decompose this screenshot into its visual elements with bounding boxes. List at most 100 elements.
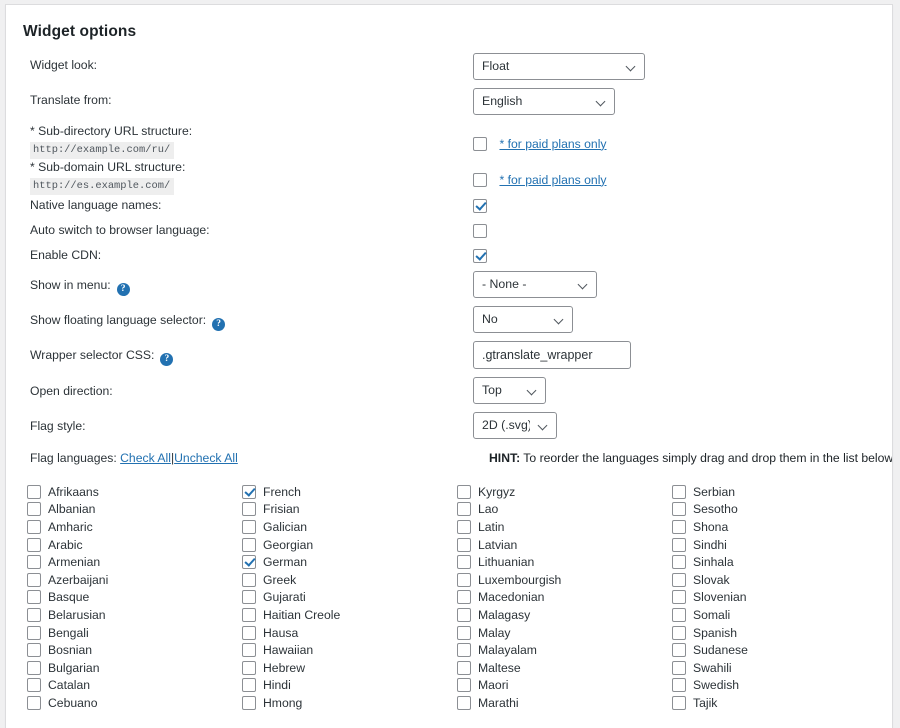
- language-item[interactable]: Maori: [457, 677, 672, 695]
- language-checkbox[interactable]: [672, 484, 686, 499]
- subdirectory-paid-plans-link[interactable]: * for paid plans only: [499, 137, 606, 151]
- language-checkbox[interactable]: [242, 537, 256, 552]
- help-icon[interactable]: ?: [116, 283, 130, 296]
- open-direction-select[interactable]: Top: [473, 377, 546, 404]
- language-item[interactable]: Galician: [242, 518, 457, 536]
- language-checkbox[interactable]: [242, 625, 256, 640]
- language-item[interactable]: Hebrew: [242, 659, 457, 677]
- language-checkbox[interactable]: [242, 519, 256, 534]
- language-checkbox[interactable]: [242, 555, 256, 570]
- language-item[interactable]: Arabic: [27, 536, 242, 554]
- language-item[interactable]: Armenian: [27, 553, 242, 571]
- language-item[interactable]: Basque: [27, 589, 242, 607]
- language-checkbox[interactable]: [457, 625, 471, 640]
- language-checkbox[interactable]: [242, 572, 256, 587]
- language-checkbox[interactable]: [672, 607, 686, 622]
- language-checkbox[interactable]: [27, 484, 41, 499]
- help-icon[interactable]: ?: [212, 318, 226, 331]
- language-checkbox[interactable]: [27, 660, 41, 675]
- language-checkbox[interactable]: [457, 678, 471, 693]
- language-checkbox[interactable]: [672, 643, 686, 658]
- language-checkbox[interactable]: [242, 660, 256, 675]
- language-checkbox[interactable]: [457, 519, 471, 534]
- native-language-names-checkbox[interactable]: [473, 198, 487, 213]
- language-item[interactable]: Tajik: [672, 694, 887, 712]
- language-checkbox[interactable]: [672, 572, 686, 587]
- language-item[interactable]: German: [242, 553, 457, 571]
- language-checkbox[interactable]: [27, 555, 41, 570]
- language-item[interactable]: Swahili: [672, 659, 887, 677]
- language-item[interactable]: Hmong: [242, 694, 457, 712]
- language-item[interactable]: Cebuano: [27, 694, 242, 712]
- language-item[interactable]: Serbian: [672, 483, 887, 501]
- language-item[interactable]: Somali: [672, 606, 887, 624]
- language-item[interactable]: Kyrgyz: [457, 483, 672, 501]
- language-checkbox[interactable]: [672, 625, 686, 640]
- language-checkbox[interactable]: [242, 695, 256, 710]
- language-item[interactable]: Sinhala: [672, 553, 887, 571]
- language-item[interactable]: Swedish: [672, 677, 887, 695]
- language-checkbox[interactable]: [27, 625, 41, 640]
- language-checkbox[interactable]: [672, 590, 686, 605]
- language-item[interactable]: Bosnian: [27, 641, 242, 659]
- language-item[interactable]: Maltese: [457, 659, 672, 677]
- language-checkbox[interactable]: [27, 607, 41, 622]
- language-checkbox[interactable]: [27, 502, 41, 517]
- auto-switch-checkbox[interactable]: [473, 223, 487, 238]
- language-checkbox[interactable]: [672, 519, 686, 534]
- language-item[interactable]: Sudanese: [672, 641, 887, 659]
- language-item[interactable]: Haitian Creole: [242, 606, 457, 624]
- language-checkbox[interactable]: [457, 643, 471, 658]
- language-item[interactable]: Slovak: [672, 571, 887, 589]
- language-item[interactable]: Lithuanian: [457, 553, 672, 571]
- language-item[interactable]: Belarusian: [27, 606, 242, 624]
- language-item[interactable]: Spanish: [672, 624, 887, 642]
- language-item[interactable]: Latvian: [457, 536, 672, 554]
- language-item[interactable]: Sesotho: [672, 501, 887, 519]
- language-checkbox[interactable]: [457, 572, 471, 587]
- language-checkbox[interactable]: [27, 643, 41, 658]
- language-item[interactable]: Malay: [457, 624, 672, 642]
- language-checkbox[interactable]: [672, 537, 686, 552]
- language-item[interactable]: Marathi: [457, 694, 672, 712]
- subdirectory-url-checkbox[interactable]: [473, 136, 487, 151]
- language-item[interactable]: Gujarati: [242, 589, 457, 607]
- language-checkbox[interactable]: [27, 590, 41, 605]
- language-item[interactable]: Georgian: [242, 536, 457, 554]
- language-checkbox[interactable]: [242, 678, 256, 693]
- language-checkbox[interactable]: [242, 502, 256, 517]
- language-checkbox[interactable]: [242, 484, 256, 499]
- language-item[interactable]: Malagasy: [457, 606, 672, 624]
- language-checkbox[interactable]: [457, 590, 471, 605]
- language-item[interactable]: Hindi: [242, 677, 457, 695]
- flag-style-select[interactable]: 2D (.svg): [473, 412, 557, 439]
- language-checkbox[interactable]: [672, 502, 686, 517]
- language-checkbox[interactable]: [27, 519, 41, 534]
- language-item[interactable]: Hausa: [242, 624, 457, 642]
- language-item[interactable]: Amharic: [27, 518, 242, 536]
- show-in-menu-select[interactable]: - None -: [473, 271, 597, 298]
- language-checkbox[interactable]: [27, 678, 41, 693]
- language-checkbox[interactable]: [457, 660, 471, 675]
- language-item[interactable]: Bulgarian: [27, 659, 242, 677]
- language-checkbox[interactable]: [672, 695, 686, 710]
- enable-cdn-checkbox[interactable]: [473, 248, 487, 263]
- language-checkbox[interactable]: [27, 572, 41, 587]
- language-item[interactable]: Lao: [457, 501, 672, 519]
- language-item[interactable]: Afrikaans: [27, 483, 242, 501]
- language-checkbox[interactable]: [457, 555, 471, 570]
- language-checkbox[interactable]: [672, 660, 686, 675]
- language-item[interactable]: Hawaiian: [242, 641, 457, 659]
- language-checkbox[interactable]: [242, 643, 256, 658]
- check-all-link[interactable]: Check All: [120, 451, 171, 465]
- language-checkbox[interactable]: [672, 678, 686, 693]
- wrapper-selector-css-input[interactable]: [473, 341, 631, 369]
- language-checkbox[interactable]: [242, 590, 256, 605]
- language-item[interactable]: French: [242, 483, 457, 501]
- language-item[interactable]: Luxembourgish: [457, 571, 672, 589]
- language-item[interactable]: Macedonian: [457, 589, 672, 607]
- language-checkbox[interactable]: [457, 484, 471, 499]
- language-checkbox[interactable]: [457, 537, 471, 552]
- translate-from-select[interactable]: English: [473, 88, 615, 115]
- language-item[interactable]: Frisian: [242, 501, 457, 519]
